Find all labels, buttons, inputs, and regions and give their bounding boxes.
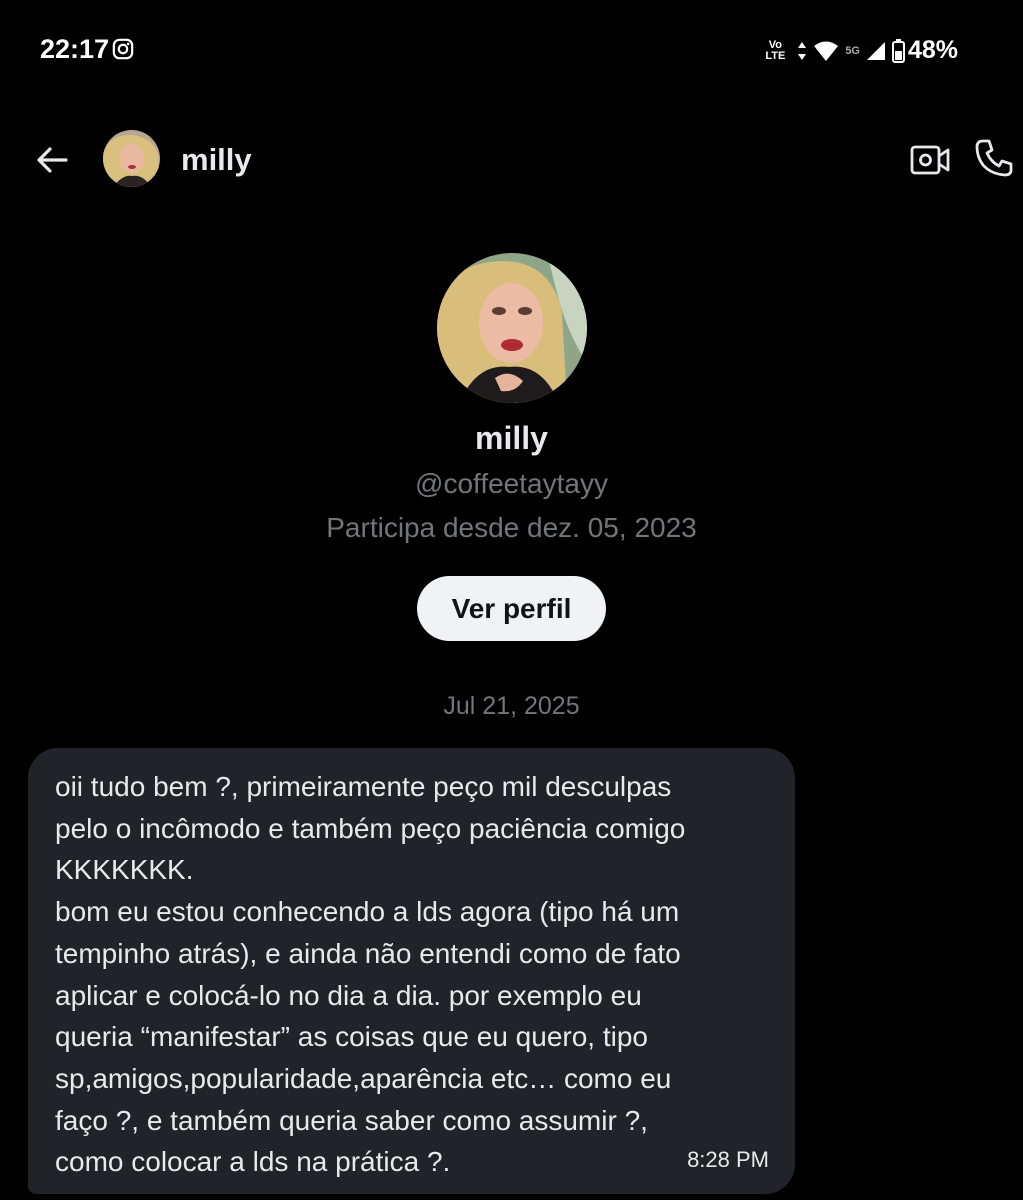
instagram-icon: [112, 38, 134, 60]
network-type: 5G: [845, 45, 860, 57]
avatar[interactable]: [103, 130, 160, 187]
message-timestamp: 8:28 PM: [687, 1147, 769, 1172]
volte-indicator: Vo LTE: [765, 39, 786, 62]
data-arrows-icon: [798, 42, 807, 60]
video-camera-icon[interactable]: [910, 142, 950, 178]
message-text: oii tudo bem ?, primeiramente peço mil d…: [55, 771, 686, 1178]
battery-icon: [892, 39, 905, 63]
phone-icon[interactable]: [974, 138, 1014, 178]
system-icons: Vo LTE 5G: [765, 36, 905, 66]
profile-handle: @coffeetaytayy: [415, 468, 608, 499]
signal-icon: [867, 42, 885, 60]
battery-percentage: 48%: [907, 36, 958, 64]
profile-avatar[interactable]: [437, 253, 587, 403]
profile-name: milly: [475, 420, 548, 456]
conversation-header: milly: [0, 120, 1023, 200]
wifi-icon: [814, 41, 839, 61]
arrow-left-icon[interactable]: [34, 142, 70, 178]
profile-joined-date: Participa desde dez. 05, 2023: [326, 512, 697, 543]
date-separator: Jul 21, 2025: [443, 692, 580, 720]
contact-name: milly: [181, 142, 252, 177]
status-time: 22:17: [40, 34, 110, 64]
message-bubble[interactable]: oii tudo bem ?, primeiramente peço mil d…: [28, 748, 795, 1194]
status-bar: 22:17 Vo LTE 5G 48%: [0, 0, 1023, 100]
view-profile-button[interactable]: Ver perfil: [417, 576, 606, 641]
